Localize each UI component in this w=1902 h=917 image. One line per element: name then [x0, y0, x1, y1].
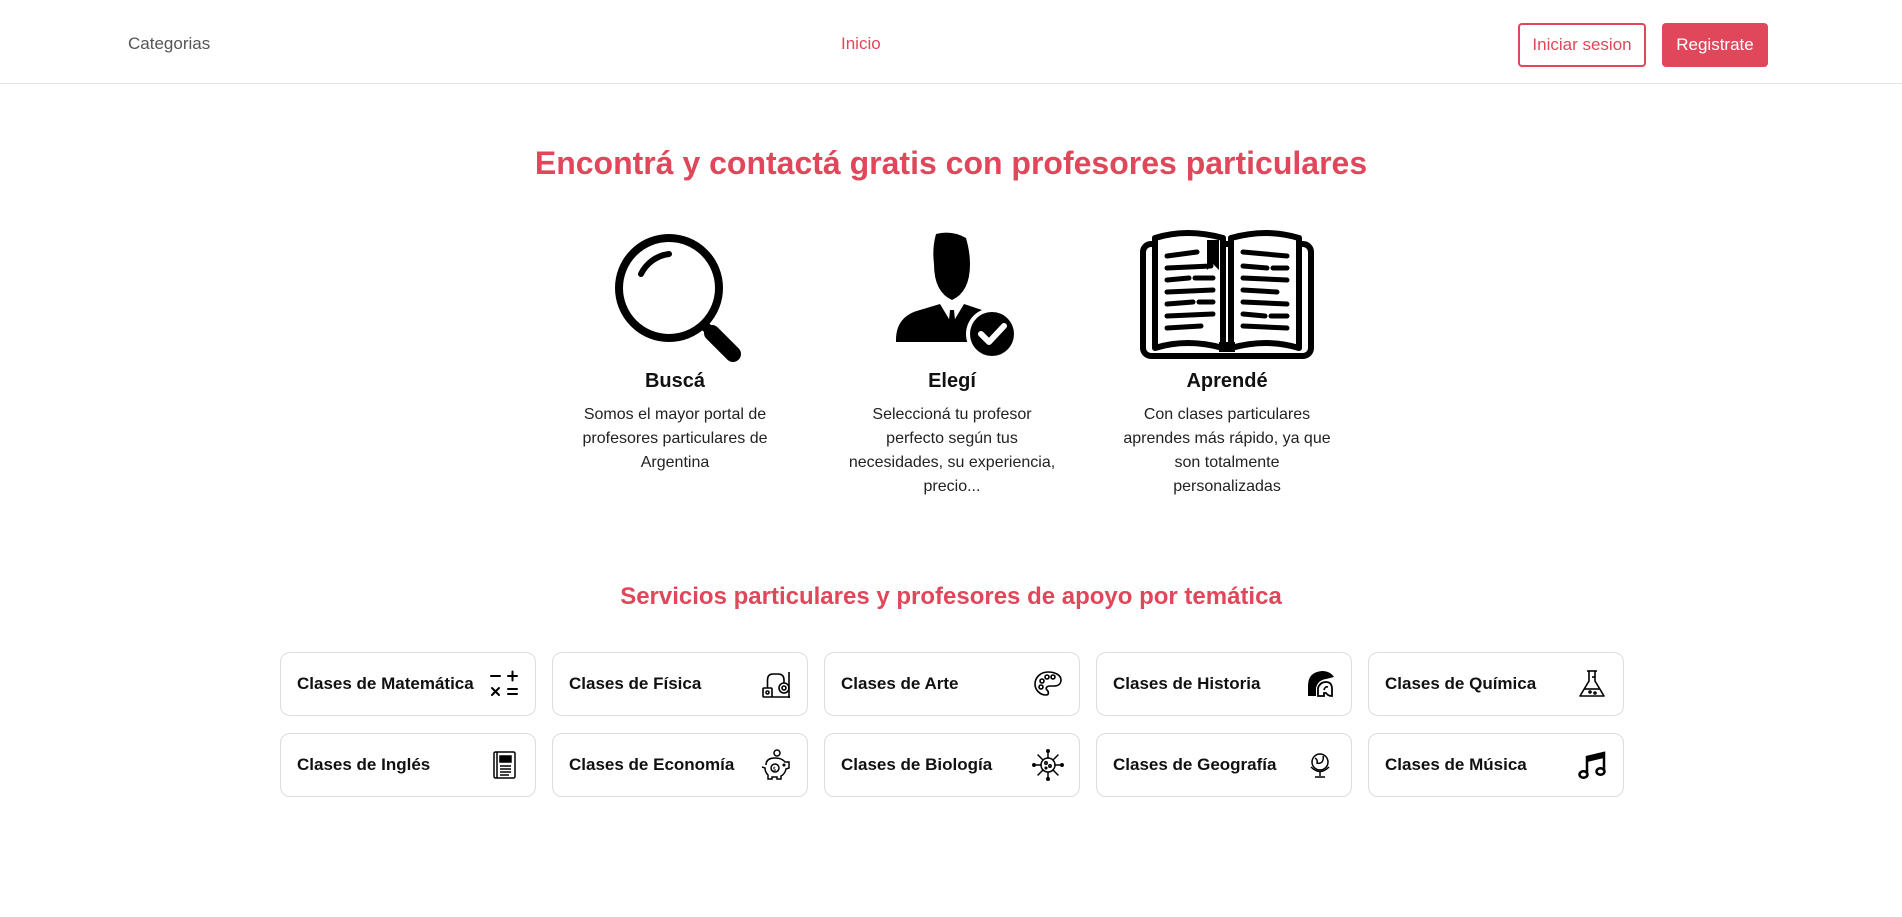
card-quimica[interactable]: Clases de Química: [1368, 652, 1624, 716]
step-title: Elegí: [928, 370, 976, 392]
step-text: Somos el mayor portal de profesores part…: [582, 406, 768, 471]
card-label: Clases de Biología: [841, 755, 993, 774]
step-text: Con clases particulares aprendes más ráp…: [1123, 406, 1331, 495]
math-operators-icon: [488, 668, 520, 700]
open-book-icon: [1112, 230, 1342, 362]
card-label: Clases de Geografía: [1113, 755, 1277, 774]
card-arte[interactable]: Clases de Arte: [824, 652, 1080, 716]
card-ingles[interactable]: Clases de Inglés: [280, 733, 536, 797]
card-biologia[interactable]: Clases de Biología: [824, 733, 1080, 797]
register-button[interactable]: Registrate: [1662, 23, 1768, 67]
virus-icon: [1032, 749, 1064, 781]
physics-icon: [760, 668, 792, 700]
step-elegi: Elegí Seleccioná tu profesor perfecto se…: [837, 230, 1067, 499]
card-label: Clases de Música: [1385, 755, 1527, 774]
card-geografia[interactable]: Clases de Geografía: [1096, 733, 1352, 797]
flask-icon: [1576, 668, 1608, 700]
hero-title: Encontrá y contactá gratis con profesore…: [534, 145, 1368, 181]
card-label: Clases de Física: [569, 674, 702, 693]
step-title: Aprendé: [1186, 370, 1268, 392]
card-label: Clases de Historia: [1113, 674, 1261, 693]
spartan-helmet-icon: [1304, 668, 1336, 700]
card-fisica[interactable]: Clases de Física: [552, 652, 808, 716]
card-label: Clases de Inglés: [297, 755, 431, 774]
magnifier-icon: [560, 230, 790, 362]
piggy-bank-icon: $: [760, 749, 792, 781]
svg-text:$: $: [773, 766, 777, 773]
music-note-icon: [1576, 749, 1608, 781]
card-matematica[interactable]: Clases de Matemática: [280, 652, 536, 716]
card-label: Clases de Arte: [841, 674, 959, 693]
card-economia[interactable]: Clases de Economía $: [552, 733, 808, 797]
step-title: Buscá: [644, 370, 706, 392]
services-title: Servicios particulares y profesores de a…: [620, 583, 1282, 610]
nav-inicio-link[interactable]: Inicio: [841, 34, 881, 54]
card-historia[interactable]: Clases de Historia: [1096, 652, 1352, 716]
globe-icon: [1304, 749, 1336, 781]
login-button[interactable]: Iniciar sesion: [1518, 23, 1646, 67]
person-check-icon: [837, 230, 1067, 362]
navbar: Categorias Inicio Iniciar sesion Registr…: [0, 0, 1902, 84]
card-label: Clases de Matemática: [297, 674, 474, 693]
english-book-icon: [488, 749, 520, 781]
nav-categorias-link[interactable]: Categorias: [128, 34, 210, 54]
card-label: Clases de Química: [1385, 674, 1537, 693]
card-label: Clases de Economía: [569, 755, 735, 774]
card-musica[interactable]: Clases de Música: [1368, 733, 1624, 797]
step-busca: Buscá Somos el mayor portal de profesore…: [560, 230, 790, 475]
palette-icon: [1032, 668, 1064, 700]
step-text: Seleccioná tu profesor perfecto según tu…: [848, 406, 1056, 495]
step-aprende: Aprendé Con clases particulares aprendes…: [1112, 230, 1342, 499]
